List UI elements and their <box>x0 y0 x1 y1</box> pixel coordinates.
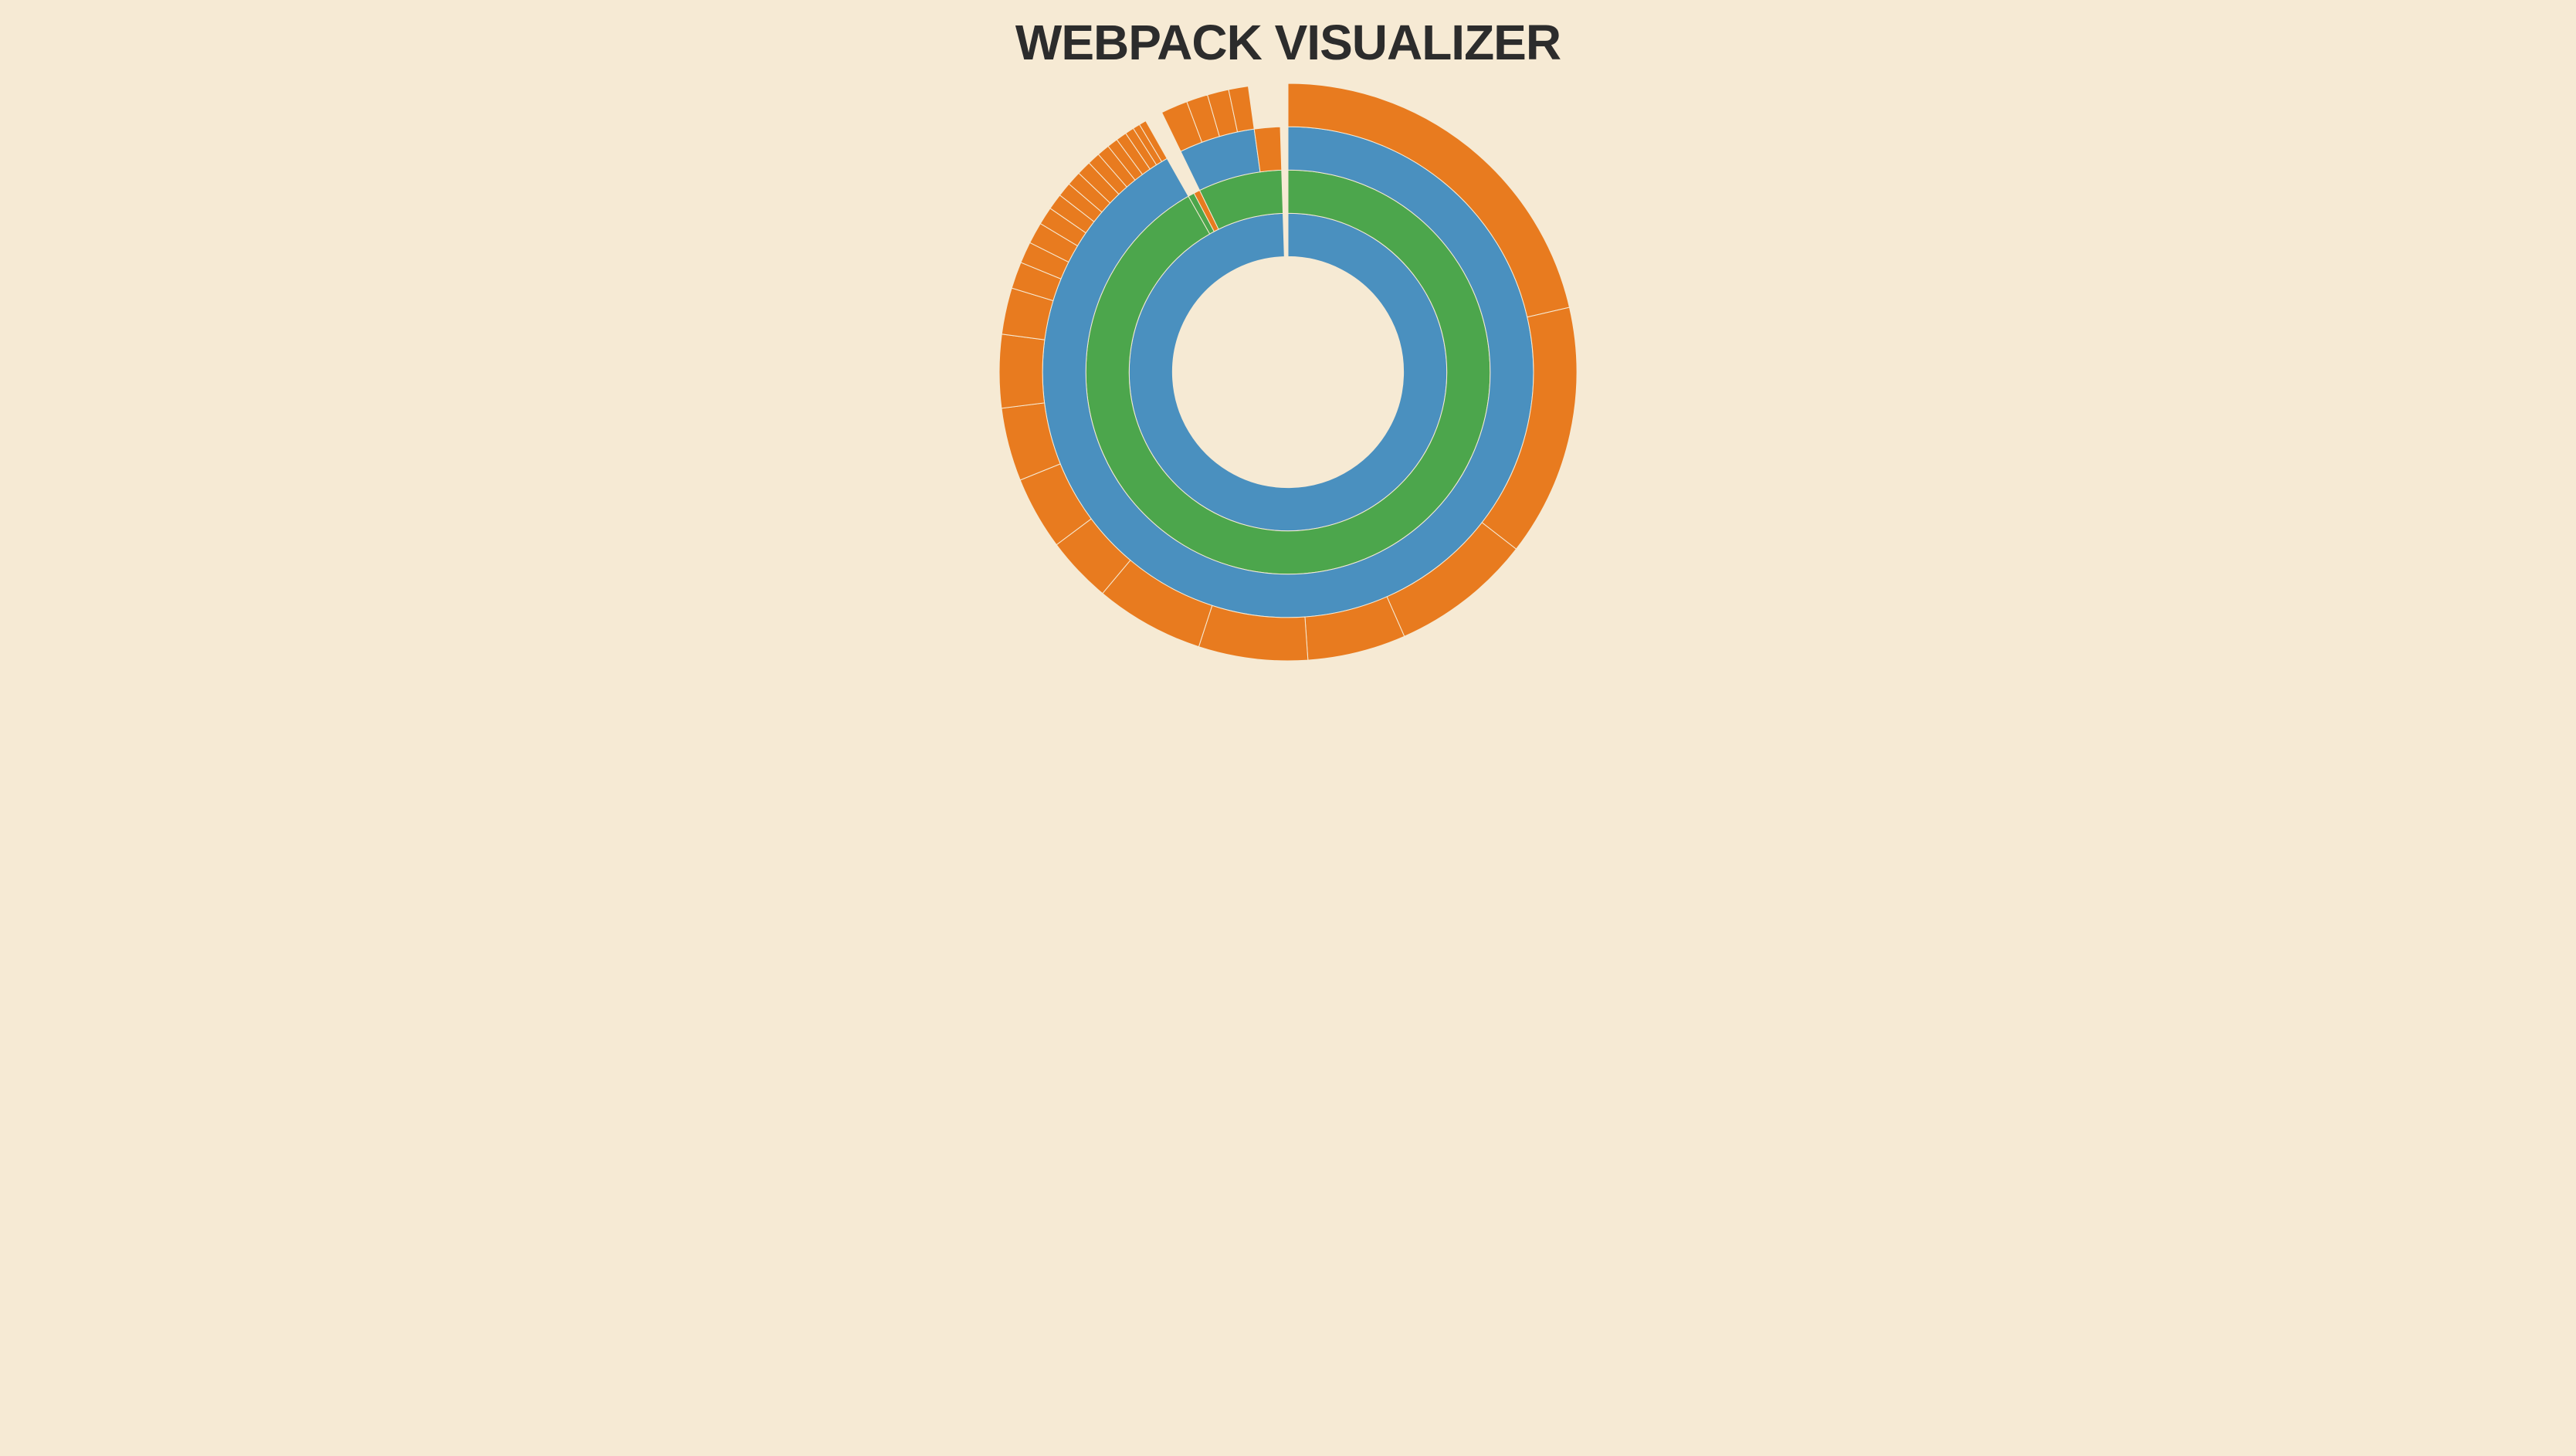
sunburst-chart[interactable] <box>995 79 1581 665</box>
chart-container <box>0 79 2576 1456</box>
page-root: WEBPACK VISUALIZER <box>0 0 2576 1456</box>
sunburst-arc-file-10[interactable] <box>999 334 1045 408</box>
page-title: WEBPACK VISUALIZER <box>1015 14 1561 71</box>
sunburst-arc-group-a[interactable] <box>1129 213 1446 530</box>
